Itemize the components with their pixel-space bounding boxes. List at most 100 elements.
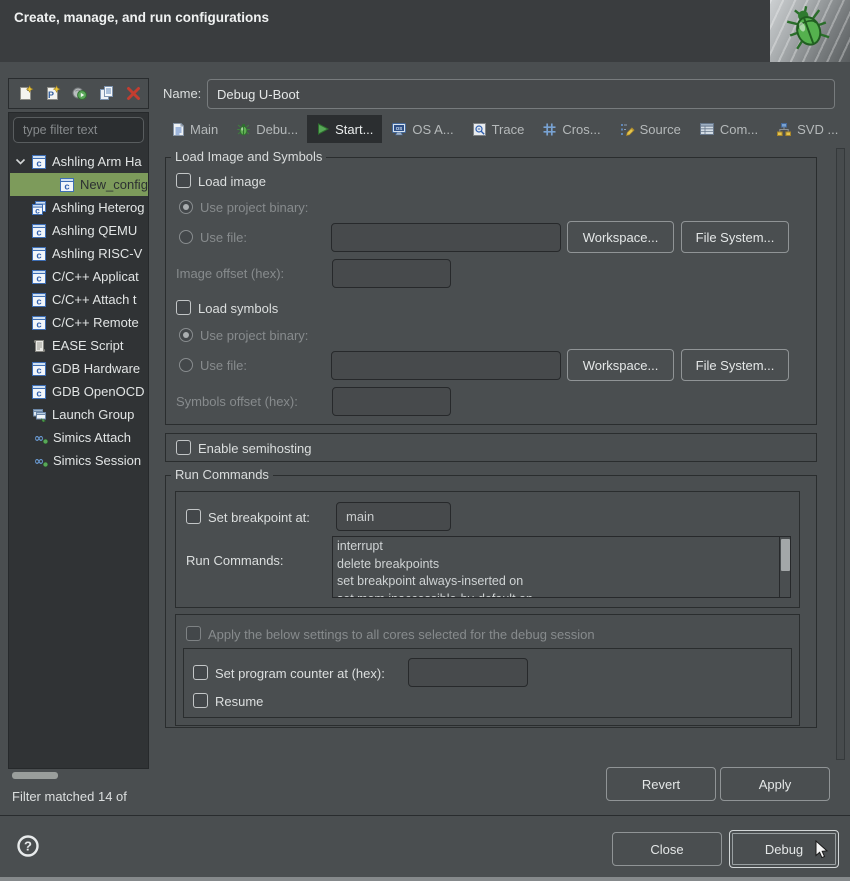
load-image-checkbox[interactable]	[176, 173, 191, 188]
tree-item-label: EASE Script	[52, 338, 124, 353]
tree-item-ashling-heterog[interactable]: cAshling Heterog	[10, 196, 148, 219]
image-use-file-radio	[179, 230, 193, 244]
symbols-filesystem-button[interactable]: File System...	[681, 349, 789, 381]
set-breakpoint-checkbox[interactable]	[186, 509, 201, 524]
symbols-offset-input[interactable]	[332, 387, 451, 416]
window-bottom-edge	[0, 877, 850, 881]
tree-item-gdb-hardware[interactable]: cGDB Hardware	[10, 357, 148, 380]
debug-button[interactable]: Debug	[729, 830, 839, 868]
run-group-legend: Run Commands	[171, 467, 273, 482]
image-offset-input[interactable]	[332, 259, 451, 288]
beetle-icon	[782, 3, 834, 60]
set-pc-checkbox[interactable]	[193, 665, 208, 680]
banner-image	[770, 0, 850, 62]
configurations-toolbar: P	[8, 78, 149, 109]
export-configuration-button[interactable]	[71, 85, 88, 102]
hash-icon	[542, 122, 557, 137]
tab-label: Source	[640, 122, 681, 137]
tab-com[interactable]: Com...	[690, 115, 767, 143]
resume-label: Resume	[215, 694, 263, 709]
tree-item-simics-attach[interactable]: ∞Simics Attach	[10, 426, 148, 449]
tab-cros[interactable]: Cros...	[533, 115, 609, 143]
bug-icon	[236, 122, 251, 137]
tab-label: Start...	[335, 122, 373, 137]
tab-osa[interactable]: OS OS A...	[382, 115, 462, 143]
load-symbols-checkbox[interactable]	[176, 300, 191, 315]
apply-button[interactable]: Apply	[720, 767, 830, 801]
horizontal-scrollbar-thumb[interactable]	[12, 772, 58, 779]
tab-svd[interactable]: SVD ...	[767, 115, 847, 143]
simics-icon: ∞	[32, 431, 48, 445]
symbols-workspace-button[interactable]: Workspace...	[567, 349, 674, 381]
c-app-icon: c	[32, 155, 47, 169]
delete-configuration-button[interactable]	[125, 85, 142, 102]
image-file-input[interactable]	[331, 223, 561, 252]
symbols-use-project-binary-radio	[179, 328, 193, 342]
tab-main[interactable]: Main	[163, 115, 227, 143]
svg-text:c: c	[64, 181, 69, 192]
load-symbols-label: Load symbols	[198, 301, 278, 316]
tab-bar: MainDebu... Start... OS OS A... TraceCros...…	[163, 115, 847, 143]
image-workspace-button[interactable]: Workspace...	[567, 221, 674, 253]
tree-item-launch-group[interactable]: Launch Group	[10, 403, 148, 426]
configurations-tree: cAshling Arm HacNew_configcAshling Heter…	[10, 150, 148, 472]
svg-text:c: c	[36, 319, 41, 330]
name-input[interactable]	[207, 79, 835, 109]
svg-text:?: ?	[24, 839, 32, 854]
tree-item-ashling-arm-ha[interactable]: cAshling Arm Ha	[10, 150, 148, 173]
tab-debu[interactable]: Debu...	[227, 115, 307, 143]
tree-item-ashling-qemu[interactable]: cAshling QEMU	[10, 219, 148, 242]
duplicate-configuration-button[interactable]	[98, 85, 115, 102]
enable-semihosting-checkbox[interactable]	[176, 440, 191, 455]
apply-all-cores-label: Apply the below settings to all cores se…	[208, 627, 595, 642]
symbols-use-file-radio	[179, 358, 193, 372]
c-multi-icon: c	[32, 201, 47, 215]
new-prototype-button[interactable]: P	[44, 85, 61, 102]
tree-item-new-config[interactable]: cNew_config	[10, 173, 148, 196]
tree-item-c-c-attach-t[interactable]: cC/C++ Attach t	[10, 288, 148, 311]
pc-input[interactable]	[408, 658, 528, 687]
image-use-project-binary-radio	[179, 200, 193, 214]
footer-separator	[0, 815, 850, 816]
filter-input[interactable]	[13, 117, 144, 143]
image-filesystem-button[interactable]: File System...	[681, 221, 789, 253]
source-icon	[619, 122, 635, 137]
close-button[interactable]: Close	[612, 832, 722, 866]
set-pc-label: Set program counter at (hex):	[215, 666, 385, 681]
svg-text:∞: ∞	[34, 431, 44, 445]
vertical-scrollbar-track[interactable]	[836, 148, 845, 760]
tree-item-gdb-openocd[interactable]: cGDB OpenOCD	[10, 380, 148, 403]
tree-item-simics-session[interactable]: ∞Simics Session	[10, 449, 148, 472]
run-commands-scrollbar-track[interactable]	[779, 537, 790, 597]
tree-item-label: GDB OpenOCD	[52, 384, 144, 399]
tree-item-label: Simics Session	[53, 453, 141, 468]
revert-button[interactable]: Revert	[606, 767, 716, 801]
svd-icon	[776, 122, 792, 137]
breakpoint-input[interactable]	[336, 502, 451, 531]
svg-text:c: c	[36, 250, 41, 261]
help-button[interactable]: ?	[16, 834, 40, 858]
tree-item-c-c-remote[interactable]: cC/C++ Remote	[10, 311, 148, 334]
tab-label: OS A...	[412, 122, 453, 137]
os-monitor-icon: OS	[391, 122, 407, 137]
symbols-offset-label: Symbols offset (hex):	[176, 394, 298, 409]
tree-item-c-c-applicat[interactable]: c C/C++ Applicat	[10, 265, 148, 288]
tree-item-ease-script[interactable]: EASE Script	[10, 334, 148, 357]
tab-start[interactable]: Start...	[307, 115, 382, 143]
tree-item-label: C/C++ Applicat	[52, 269, 139, 284]
new-configuration-button[interactable]	[17, 85, 34, 102]
tab-trace[interactable]: Trace	[463, 115, 534, 143]
svg-text:OS: OS	[396, 126, 403, 131]
com-table-icon	[699, 122, 715, 136]
tree-item-label: Ashling RISC-V	[52, 246, 142, 261]
c-app-icon: c	[32, 270, 47, 284]
tree-item-ashling-risc-v[interactable]: c Ashling RISC-V	[10, 242, 148, 265]
tab-source[interactable]: Source	[610, 115, 690, 143]
run-commands-scrollbar-thumb[interactable]	[781, 539, 790, 571]
resume-checkbox[interactable]	[193, 693, 208, 708]
name-label: Name:	[163, 86, 201, 101]
chevron-down-icon[interactable]	[15, 158, 32, 166]
symbols-file-input[interactable]	[331, 351, 561, 380]
play-icon	[316, 122, 330, 136]
run-commands-textarea[interactable]: interruptdelete breakpointsset breakpoin…	[332, 536, 791, 598]
